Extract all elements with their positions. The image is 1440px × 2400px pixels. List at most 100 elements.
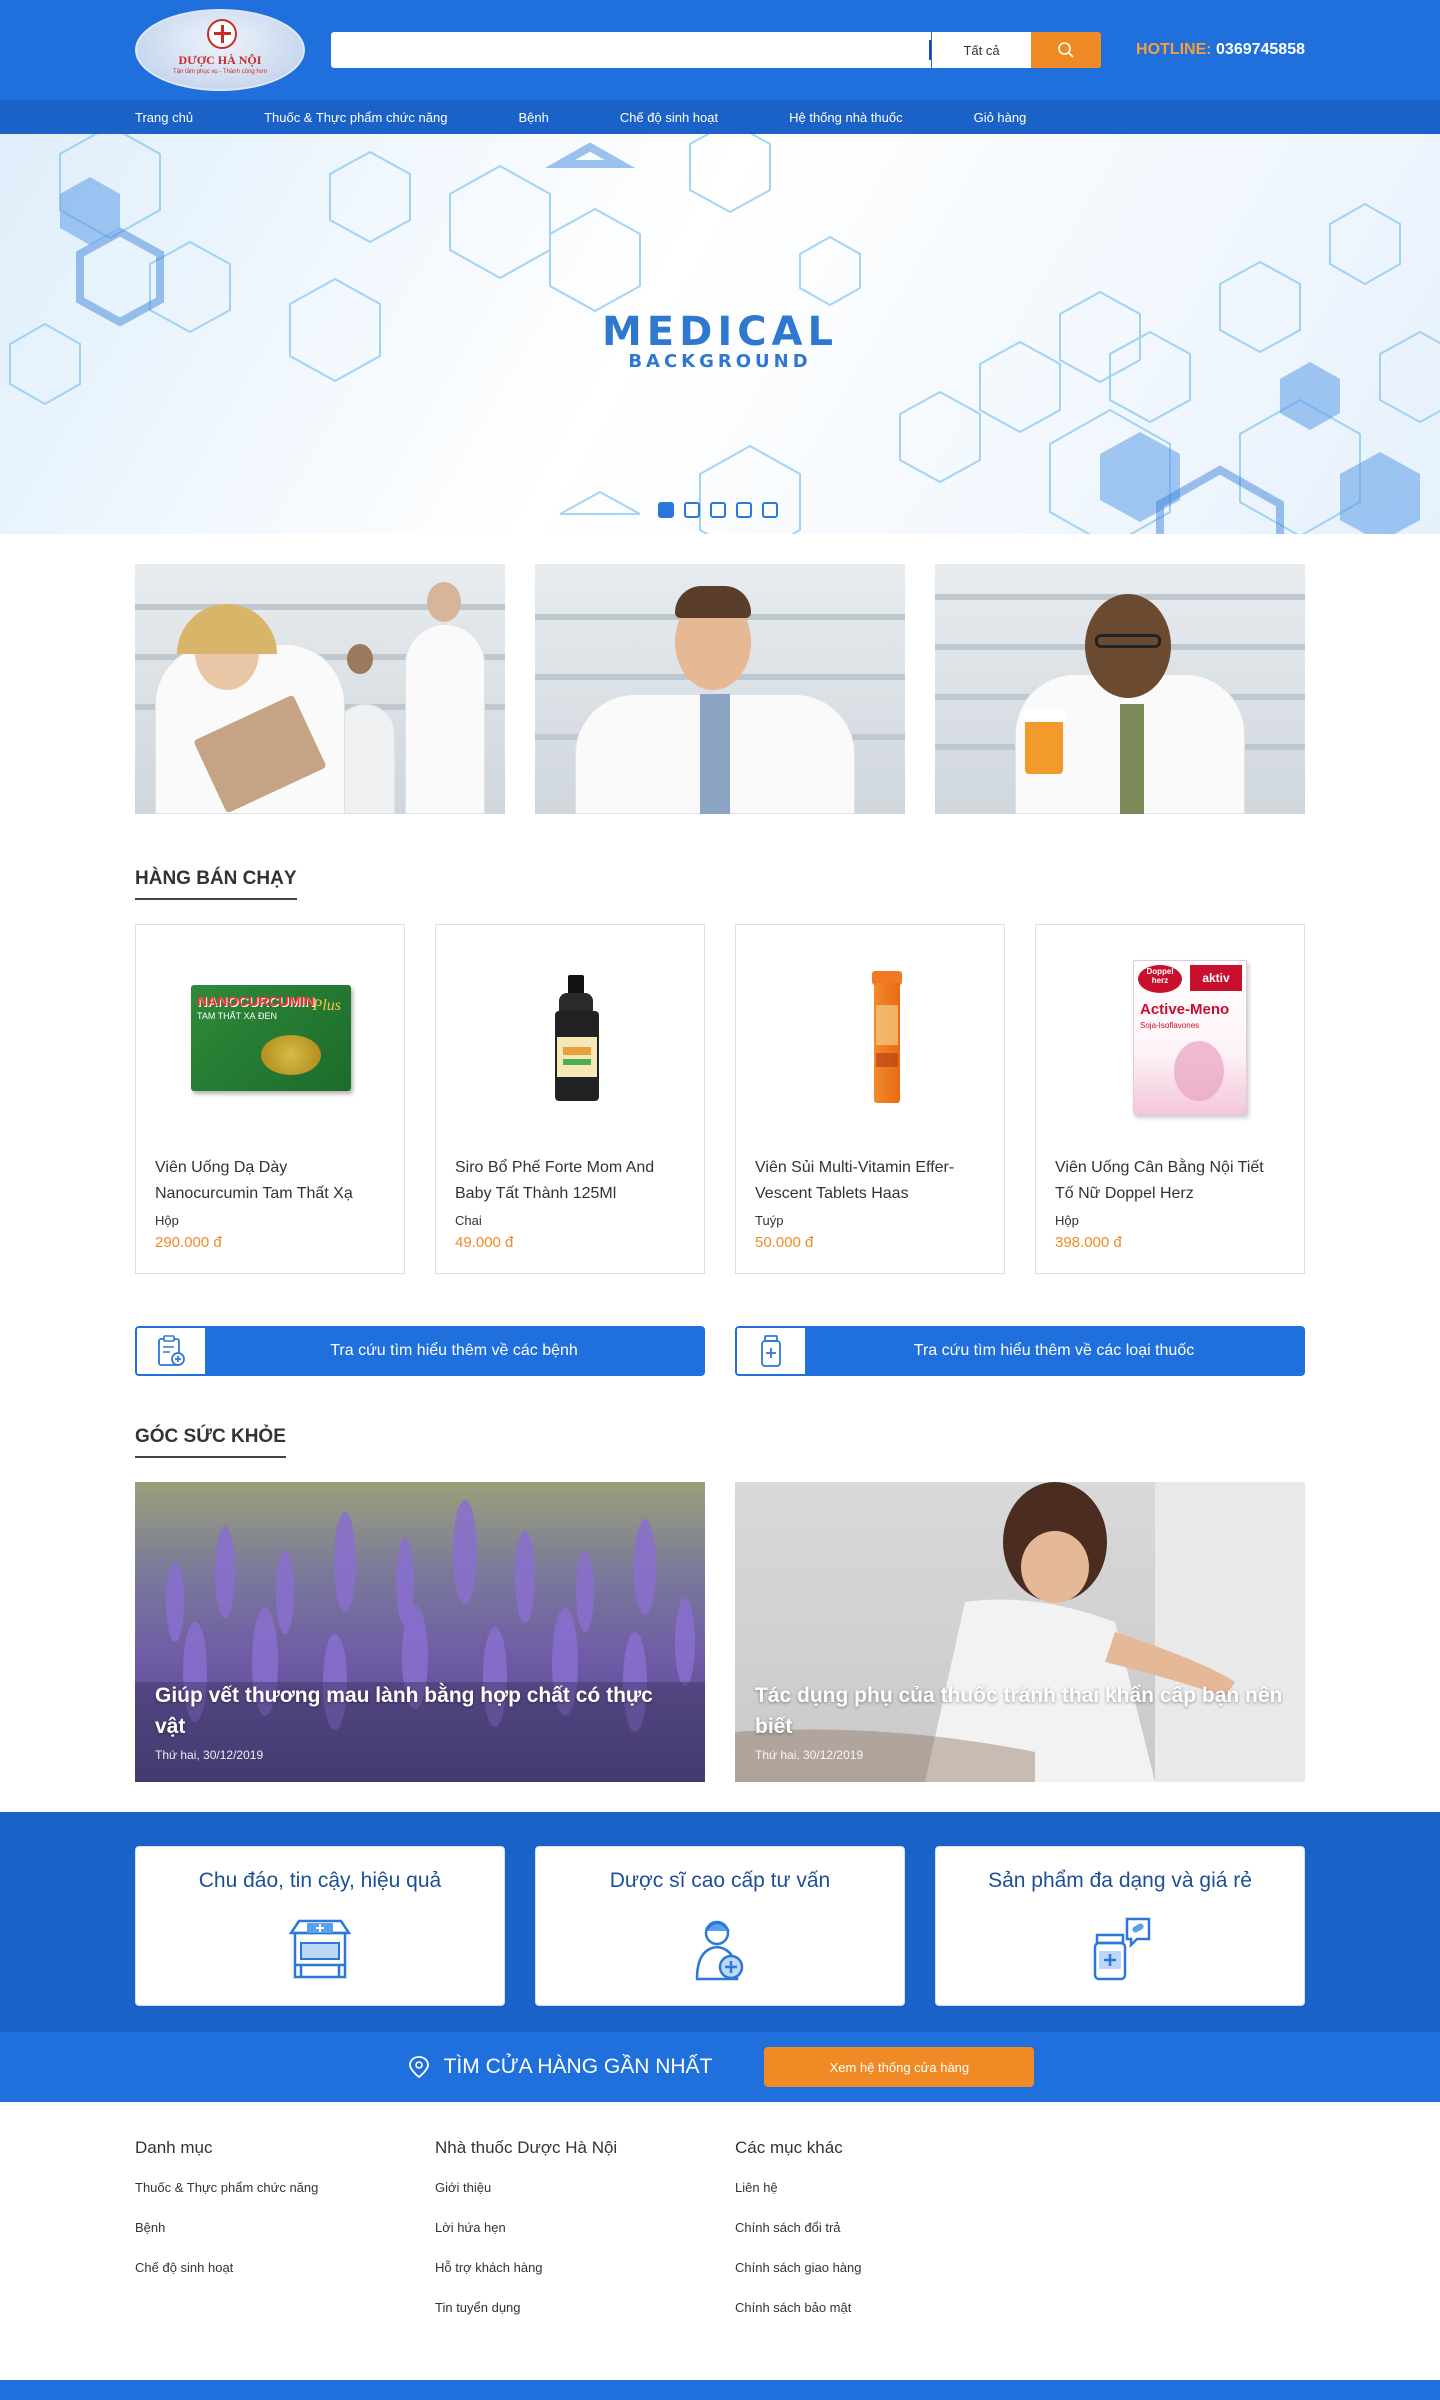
store-finder-title: TÌM CỬA HÀNG GẦN NHẤT — [443, 2055, 713, 2078]
product-image[interactable] — [755, 925, 985, 1155]
nav-item-diseases[interactable]: Bệnh — [518, 110, 548, 125]
hotline-number: 0369745858 — [1216, 41, 1305, 58]
product-name[interactable]: Viên Uống Cân Bằng Nội Tiết Tố Nữ Doppel… — [1055, 1155, 1285, 1207]
medicine-bottle-icon — [737, 1328, 805, 1374]
slider-dot-2[interactable] — [684, 502, 700, 518]
bottom-bar — [0, 2380, 1440, 2400]
store-finder-bar: TÌM CỬA HÀNG GẦN NHẤT Xem hệ thống cửa h… — [0, 2032, 1440, 2102]
hotline[interactable]: HOTLINE: 0369745858 — [1136, 41, 1305, 59]
product-price: 50.000 đ — [755, 1234, 814, 1251]
location-pin-icon — [408, 2056, 429, 2079]
nav-item-medicine[interactable]: Thuốc & Thực phẩm chức năng — [264, 110, 447, 125]
footer-column-title: Nhà thuốc Dược Hà Nội — [435, 2138, 618, 2157]
nav-item-cart[interactable]: Giỏ hàng — [974, 110, 1027, 125]
product-unit: Tuýp — [755, 1213, 784, 1228]
product-box-tag: aktiv — [1190, 965, 1242, 991]
product-card[interactable]: NANOCURCUMIN TAM THẤT XẠ ĐEN Plus Viên U… — [135, 924, 405, 1274]
product-box-plus: Plus — [312, 997, 341, 1014]
footer-link[interactable]: Hỗ trợ khách hàng — [435, 2260, 735, 2275]
product-price: 49.000 đ — [455, 1234, 514, 1251]
view-stores-button[interactable]: Xem hệ thống cửa hàng — [764, 2047, 1035, 2087]
footer-link[interactable]: Chính sách đổi trả — [735, 2220, 1035, 2235]
article-list: Giúp vết thương mau lành bằng hợp chất c… — [135, 1482, 1305, 1782]
article-title[interactable]: Tác dụng phụ của thuốc tránh thai khẩn c… — [755, 1680, 1285, 1742]
bestsellers-title: HÀNG BÁN CHẠY — [135, 868, 297, 900]
footer-column-about: Nhà thuốc Dược Hà Nội Giới thiệu Lời hứa… — [435, 2138, 735, 2340]
pharmacist-icon — [695, 1920, 744, 1981]
product-unit: Hộp — [155, 1213, 179, 1228]
product-image[interactable]: Doppel herz aktiv Active-Meno Soja-Isofl… — [1055, 925, 1285, 1155]
footer-link[interactable]: Chế độ sinh hoạt — [135, 2260, 435, 2275]
medicine-lookup-button[interactable]: Tra cứu tìm hiểu thêm về các loại thuốc — [735, 1326, 1305, 1376]
footer-column-title: Các mục khác — [735, 2138, 843, 2157]
footer-link[interactable]: Tin tuyển dụng — [435, 2300, 735, 2315]
product-image[interactable] — [455, 925, 685, 1155]
logo[interactable]: DƯỢC HÀ NỘI Tận tâm phục vụ - Thành công… — [135, 9, 305, 91]
promo-image-pharmacist-holding-bottle[interactable] — [935, 564, 1305, 814]
product-list: NANOCURCUMIN TAM THẤT XẠ ĐEN Plus Viên U… — [135, 924, 1305, 1274]
search-input[interactable] — [331, 32, 931, 68]
footer-link[interactable]: Giới thiệu — [435, 2180, 735, 2195]
footer-link[interactable]: Lời hứa hẹn — [435, 2220, 735, 2235]
product-card[interactable]: Doppel herz aktiv Active-Meno Soja-Isofl… — [1035, 924, 1305, 1274]
clipboard-icon — [137, 1328, 205, 1374]
feature-card: Chu đáo, tin cậy, hiệu quả — [135, 1846, 505, 2006]
footer-link[interactable]: Thuốc & Thực phẩm chức năng — [135, 2180, 435, 2195]
article-caption: Tác dụng phụ của thuốc tránh thai khẩn c… — [755, 1680, 1285, 1762]
product-name[interactable]: Viên Uống Dạ Dày Nanocurcumin Tam Thất X… — [155, 1155, 385, 1207]
search-bar: Tất cả — [331, 32, 1101, 68]
search-category-select[interactable]: Tất cả — [929, 32, 1031, 68]
feature-title: Dược sĩ cao cấp tư vấn — [609, 1869, 831, 1892]
promo-image-pharmacist-clipboard[interactable] — [135, 564, 505, 814]
footer-column-categories: Danh mục Thuốc & Thực phẩm chức năng Bện… — [135, 2138, 435, 2340]
main-content: HÀNG BÁN CHẠY NANOCURCUMIN TAM THẤT XẠ Đ… — [135, 564, 1305, 1782]
logo-name: DƯỢC HÀ NỘI — [178, 53, 262, 67]
footer: Danh mục Thuốc & Thực phẩm chức năng Bện… — [0, 2102, 1440, 2340]
product-name[interactable]: Siro Bổ Phế Forte Mom And Baby Tất Thành… — [455, 1155, 685, 1207]
search-button[interactable] — [1031, 32, 1101, 68]
product-price: 290.000 đ — [155, 1234, 222, 1251]
header: DƯỢC HÀ NỘI Tận tâm phục vụ - Thành công… — [0, 0, 1440, 100]
product-image[interactable]: NANOCURCUMIN TAM THẤT XẠ ĐEN Plus — [155, 925, 385, 1155]
article-card[interactable]: Tác dụng phụ của thuốc tránh thai khẩn c… — [735, 1482, 1305, 1782]
disease-lookup-button[interactable]: Tra cứu tìm hiểu thêm về các bệnh — [135, 1326, 705, 1376]
product-box-title: Active-Meno — [1140, 1001, 1230, 1018]
slider-dot-1[interactable] — [658, 502, 674, 518]
footer-link[interactable]: Chính sách giao hàng — [735, 2260, 1035, 2275]
slider-dot-3[interactable] — [710, 502, 726, 518]
main-nav: Trang chủ Thuốc & Thực phẩm chức năng Bệ… — [0, 100, 1440, 134]
feature-title: Chu đáo, tin cậy, hiệu quả — [198, 1869, 442, 1892]
promo-images — [135, 564, 1305, 814]
hero-banner[interactable]: MEDICAL BACKGROUND — [0, 134, 1440, 534]
feature-card: Sản phẩm đa dạng và giá rẻ — [935, 1846, 1305, 2006]
footer-link[interactable]: Liên hệ — [735, 2180, 1035, 2195]
medicine-bottle-icon — [1093, 1917, 1151, 1981]
product-card[interactable]: Viên Sủi Multi-Vitamin Effer-Vescent Tab… — [735, 924, 1005, 1274]
slider-dot-5[interactable] — [762, 502, 778, 518]
promo-image-pharmacist-arms-crossed[interactable] — [535, 564, 905, 814]
health-section-title: GÓC SỨC KHỎE — [135, 1426, 286, 1458]
article-title[interactable]: Giúp vết thương mau lành bằng hợp chất c… — [155, 1680, 685, 1742]
nav-item-lifestyle[interactable]: Chế độ sinh hoạt — [620, 110, 718, 125]
disease-lookup-label: Tra cứu tìm hiểu thêm về các bệnh — [205, 1328, 703, 1374]
product-card[interactable]: Siro Bổ Phế Forte Mom And Baby Tất Thành… — [435, 924, 705, 1274]
footer-column-title: Danh mục — [135, 2138, 213, 2157]
footer-column-other: Các mục khác Liên hệ Chính sách đổi trả … — [735, 2138, 1035, 2340]
slider-dot-4[interactable] — [736, 502, 752, 518]
search-icon — [1058, 42, 1074, 58]
product-unit: Chai — [455, 1213, 482, 1228]
product-box-brand: Doppel herz — [1138, 965, 1182, 993]
article-date: Thứ hai, 30/12/2019 — [155, 1748, 264, 1762]
product-name[interactable]: Viên Sủi Multi-Vitamin Effer-Vescent Tab… — [755, 1155, 985, 1207]
footer-link[interactable]: Bệnh — [135, 2220, 435, 2235]
article-card[interactable]: Giúp vết thương mau lành bằng hợp chất c… — [135, 1482, 705, 1782]
logo-tagline: Tận tâm phục vụ - Thành công hơn — [173, 69, 267, 75]
banner-title-main: MEDICAL — [601, 309, 838, 355]
footer-link[interactable]: Chính sách bảo mật — [735, 2300, 1035, 2315]
nav-item-home[interactable]: Trang chủ — [135, 110, 193, 125]
logo-cross-icon — [207, 19, 237, 49]
product-unit: Hộp — [1055, 1213, 1079, 1228]
product-box-sub: Soja-Isoflavones — [1140, 1021, 1200, 1030]
article-caption: Giúp vết thương mau lành bằng hợp chất c… — [155, 1680, 685, 1762]
nav-item-stores[interactable]: Hệ thống nhà thuốc — [789, 110, 902, 125]
